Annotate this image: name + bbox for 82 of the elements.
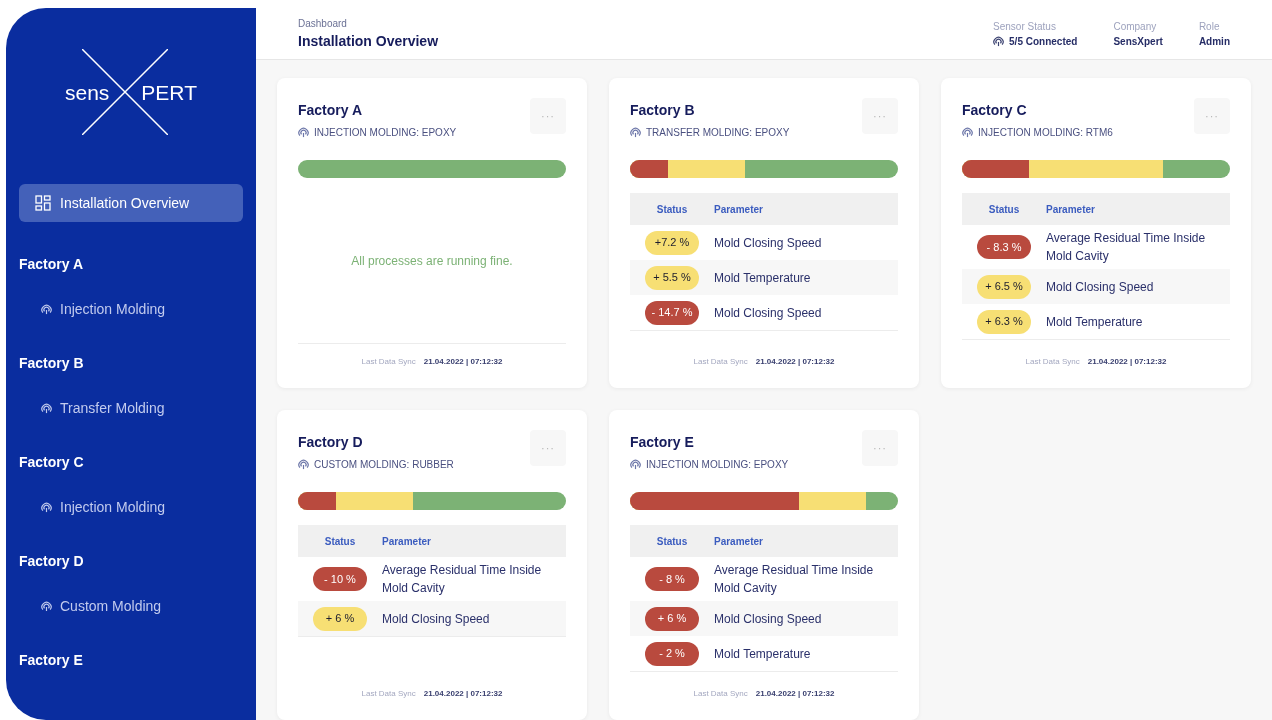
sensor-icon: [298, 127, 309, 138]
column-header: Status: [323, 534, 357, 549]
process-label: CUSTOM MOLDING: RUBBER: [314, 458, 454, 472]
parameter-name: Mold Temperature: [1046, 313, 1144, 331]
column-header: Status: [655, 202, 689, 217]
info-label: Role: [1198, 19, 1221, 34]
nav-item[interactable]: Installation Overview: [19, 184, 243, 222]
parameter-name: Mold Closing Speed: [1046, 278, 1155, 296]
sensor-icon: [298, 459, 309, 470]
info-value: 5/5 Connected: [1009, 34, 1078, 49]
page-title: Installation Overview: [298, 31, 439, 51]
card-title: Factory D: [298, 433, 364, 452]
status-badge: +7.2 %: [645, 230, 699, 255]
status-badge: - 2 %: [645, 641, 699, 666]
sync-label: Last Data Sync: [1025, 356, 1080, 368]
column-header: Status: [987, 202, 1021, 217]
parameter-name: Average Residual Time Inside Mold Cavity: [382, 562, 543, 597]
parameter-name: Mold Closing Speed: [382, 610, 491, 628]
parameter-name: Mold Closing Speed: [714, 610, 823, 628]
sensor-icon: [41, 403, 52, 414]
factory-heading: Factory D: [19, 552, 85, 571]
parameter-name: Average Residual Time Inside Mold Cavity: [714, 562, 875, 597]
logo-text: PERT: [141, 81, 197, 103]
card-title: Factory A: [298, 101, 364, 120]
status-badge: + 6 %: [313, 606, 367, 631]
parameter-name: Mold Closing Speed: [714, 234, 823, 252]
process-label: TRANSFER MOLDING: EPOXY: [646, 126, 790, 140]
factory-heading: Factory C: [19, 453, 85, 472]
parameter-name: Average Residual Time Inside Mold Cavity: [1046, 230, 1207, 265]
process-label: INJECTION MOLDING: RTM6: [978, 126, 1113, 140]
info-label: Company: [1113, 19, 1158, 34]
sync-time: 21.04.2022 | 07:12:32: [423, 356, 503, 368]
status-badge: + 6.3 %: [977, 309, 1031, 334]
sensor-icon: [630, 459, 641, 470]
sensor-icon: [41, 601, 52, 612]
nav-item[interactable]: Injection Molding: [19, 299, 243, 320]
sensor-icon: [993, 35, 1005, 47]
breadcrumb: Dashboard: [298, 16, 348, 31]
sensor-icon: [962, 127, 973, 138]
column-header: Parameter: [714, 202, 763, 217]
status-badge: - 8 %: [645, 567, 699, 591]
nav-item[interactable]: Injection Molding: [19, 497, 243, 518]
sync-label: Last Data Sync: [693, 356, 748, 368]
sync-label: Last Data Sync: [361, 356, 416, 368]
card-title: Factory B: [630, 101, 696, 120]
parameter-name: Mold Closing Speed: [714, 304, 823, 322]
process-label: INJECTION MOLDING: EPOXY: [646, 458, 789, 472]
sync-time: 21.04.2022 | 07:12:32: [755, 688, 835, 700]
logo-text: sens: [65, 81, 110, 103]
status-badge: - 8.3 %: [977, 235, 1031, 259]
status-badge: + 5.5 %: [645, 265, 699, 290]
parameter-name: Mold Temperature: [714, 645, 812, 663]
nav-item[interactable]: Transfer Molding: [19, 398, 243, 419]
card-title: Factory E: [630, 433, 695, 452]
factory-heading: Factory A: [19, 255, 85, 274]
sensor-icon: [41, 502, 52, 513]
nav-item[interactable]: Custom Molding: [19, 596, 243, 617]
sync-label: Last Data Sync: [693, 688, 748, 700]
status-badge: - 14.7 %: [645, 300, 699, 325]
status-badge: + 6.5 %: [977, 274, 1031, 299]
process-label: INJECTION MOLDING: EPOXY: [314, 126, 457, 140]
info-value: SensXpert: [1113, 34, 1163, 49]
column-header: Parameter: [382, 534, 431, 549]
sync-time: 21.04.2022 | 07:12:32: [755, 356, 835, 368]
status-badge: - 10 %: [313, 567, 367, 591]
column-header: Status: [655, 534, 689, 549]
column-header: Parameter: [1046, 202, 1095, 217]
sync-label: Last Data Sync: [361, 688, 416, 700]
info-label: Sensor Status: [993, 19, 1057, 34]
sync-time: 21.04.2022 | 07:12:32: [1087, 356, 1167, 368]
sync-time: 21.04.2022 | 07:12:32: [423, 688, 503, 700]
status-badge: + 6 %: [645, 606, 699, 631]
status-message: All processes are running fine.: [351, 252, 513, 270]
column-header: Parameter: [714, 534, 763, 549]
parameter-name: Mold Temperature: [714, 269, 812, 287]
sensor-icon: [630, 127, 641, 138]
factory-heading: Factory B: [19, 354, 85, 373]
dashboard-icon: [35, 195, 51, 211]
factory-heading: Factory E: [19, 651, 84, 670]
info-value: Admin: [1198, 34, 1230, 49]
sensor-icon: [41, 304, 52, 315]
card-title: Factory C: [962, 101, 1028, 120]
